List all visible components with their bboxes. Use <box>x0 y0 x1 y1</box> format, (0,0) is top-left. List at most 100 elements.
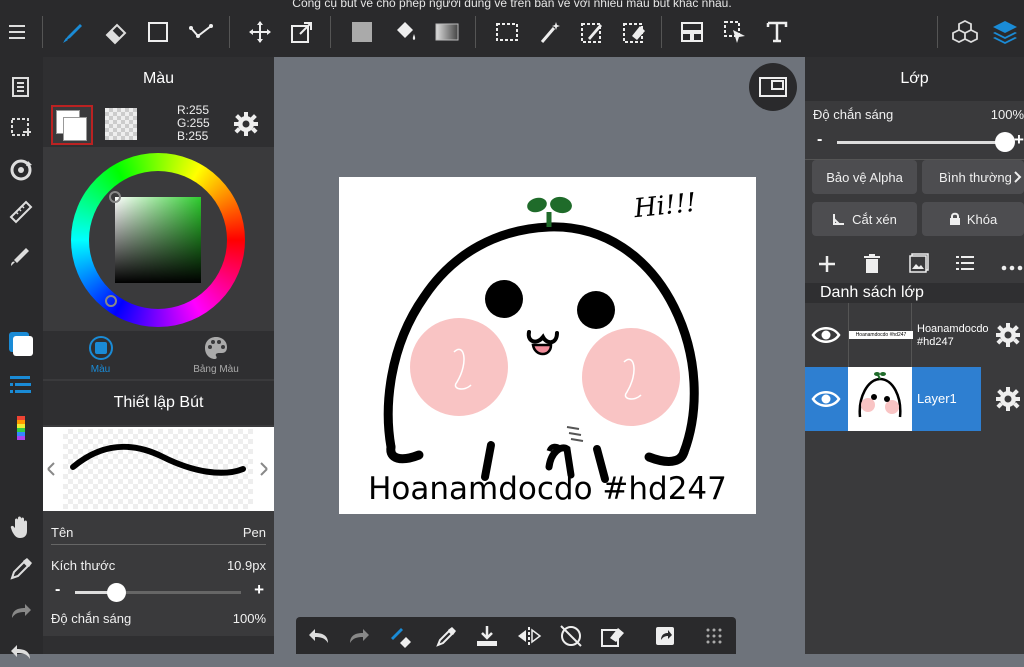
delete-layer-button[interactable] <box>863 253 881 280</box>
layer-settings-button[interactable] <box>995 386 1021 417</box>
pen-tool-button[interactable] <box>58 17 88 47</box>
cubes-icon <box>952 19 978 44</box>
undo-side-button[interactable] <box>6 637 36 667</box>
grid-menu-button[interactable] <box>701 623 727 649</box>
operation-tool-button[interactable] <box>720 17 750 47</box>
more-options-button[interactable] <box>1001 258 1023 276</box>
palette-icon <box>205 337 227 359</box>
tool-tooltip: Công cụ bút vẽ cho phép người dùng vẽ tr… <box>292 0 732 10</box>
hue-picker-handle[interactable] <box>105 295 117 307</box>
pen-icon <box>63 24 82 43</box>
layer-list-button[interactable] <box>6 370 36 400</box>
size-minus-button[interactable]: - <box>55 581 60 599</box>
text-tool-button[interactable] <box>762 17 792 47</box>
lock-icon <box>949 212 960 225</box>
fill-color-button[interactable] <box>347 17 377 47</box>
eye-icon <box>811 391 841 407</box>
save-button[interactable] <box>474 623 500 649</box>
transform-tool-button[interactable] <box>287 17 317 47</box>
bucket-tool-button[interactable] <box>390 17 420 47</box>
redo-side-button[interactable] <box>6 596 36 626</box>
size-slider-track[interactable] <box>75 583 241 602</box>
gear-icon <box>996 387 1020 411</box>
shape-tool-button[interactable] <box>143 17 173 47</box>
color-swatch-button[interactable] <box>6 329 36 359</box>
material-button[interactable] <box>950 17 980 47</box>
rotate-reset-button[interactable] <box>558 623 584 649</box>
lock-button[interactable]: Khóa <box>922 202 1024 236</box>
layer-opacity-value: 100% <box>990 107 1024 122</box>
hand-tool-button[interactable] <box>6 512 36 542</box>
menu-button[interactable] <box>3 17 33 47</box>
brush-name-row[interactable]: Tên Pen <box>51 523 266 545</box>
gradient-tool-button[interactable] <box>432 17 462 47</box>
tab-palette[interactable]: Bảng Màu <box>158 331 274 379</box>
sv-picker-handle[interactable] <box>109 191 121 203</box>
layer-row[interactable]: Hoanamdocdo #hd247 Hoanamdocdo #hd247 <box>805 303 1024 367</box>
layer-settings-button[interactable] <box>995 322 1021 353</box>
secondary-color-swatch[interactable] <box>105 108 137 140</box>
selection-button[interactable] <box>6 113 36 143</box>
saturation-square[interactable] <box>115 197 201 283</box>
layer-visibility-toggle[interactable] <box>811 387 841 416</box>
layer-panel: Lớp Độ chắn sáng 100% - + Bảo vệ Alpha B… <box>805 57 1024 654</box>
select-tool-button[interactable] <box>492 17 522 47</box>
color-settings-button[interactable] <box>233 111 259 142</box>
layer-thumbnail-art <box>858 372 902 418</box>
brush-prev-button[interactable] <box>43 455 63 485</box>
move-tool-button[interactable] <box>245 17 275 47</box>
layers-button[interactable] <box>990 17 1020 47</box>
magic-wand-button[interactable] <box>535 17 565 47</box>
protect-alpha-button[interactable]: Bảo vệ Alpha <box>812 160 917 194</box>
eyedropper-icon <box>10 558 32 580</box>
clear-button[interactable] <box>600 623 626 649</box>
import-image-button[interactable] <box>909 253 929 278</box>
document-button[interactable] <box>6 71 36 101</box>
primary-color-swatch[interactable] <box>51 105 93 145</box>
share-button[interactable] <box>652 623 678 649</box>
brush-next-button[interactable] <box>254 455 274 485</box>
blend-mode-select[interactable]: Bình thường <box>922 160 1024 194</box>
ruler-button[interactable] <box>6 197 36 227</box>
quick-eyedropper-button[interactable] <box>433 623 459 649</box>
ruler-icon <box>9 200 33 224</box>
rotate-off-icon <box>560 625 582 647</box>
undo-button[interactable] <box>306 623 332 649</box>
layer-thumbnail: Hoanamdocdo #hd247 <box>848 303 913 367</box>
brush-eraser-toggle[interactable] <box>388 623 414 649</box>
layer-visibility-toggle[interactable] <box>811 323 841 352</box>
redo-button[interactable] <box>346 623 372 649</box>
layer-opacity-plus[interactable]: + <box>1014 130 1024 150</box>
size-plus-button[interactable]: + <box>254 580 264 600</box>
brush-preview <box>43 427 274 511</box>
tab-color[interactable]: Màu <box>43 331 158 379</box>
layer-name: Hoanamdocdo #hd247 <box>917 323 989 348</box>
navigator-toggle-button[interactable] <box>749 63 797 111</box>
clipping-button[interactable]: Cắt xén <box>812 202 917 236</box>
brush-panel-title: Thiết lập Bút <box>43 381 274 425</box>
filter-button[interactable] <box>6 240 36 270</box>
snap-tool-button[interactable] <box>186 17 216 47</box>
rectangle-icon <box>148 22 168 42</box>
layer-properties-button[interactable] <box>955 254 975 277</box>
drawing-canvas[interactable]: Hi!!! Hoanamdocdo #hd247 <box>339 177 756 514</box>
color-palette-button[interactable] <box>6 413 36 443</box>
layer-opacity-minus[interactable]: - <box>817 131 822 149</box>
undo-icon <box>11 645 30 659</box>
frame-divider-button[interactable] <box>677 17 707 47</box>
bottom-quick-bar <box>296 617 736 654</box>
layer-opacity-knob[interactable] <box>995 132 1015 152</box>
add-layer-button[interactable] <box>817 254 837 279</box>
canvas-area[interactable]: Hi!!! Hoanamdocdo #hd247 <box>274 57 805 654</box>
select-pen-button[interactable] <box>577 17 607 47</box>
flip-button[interactable] <box>516 623 542 649</box>
chevron-right-icon <box>1014 171 1022 183</box>
rotate-view-button[interactable] <box>6 155 36 185</box>
layer-opacity-track[interactable] <box>837 132 1015 152</box>
select-eraser-button[interactable] <box>619 17 649 47</box>
select-pen-icon <box>581 23 602 43</box>
size-slider-knob[interactable] <box>107 583 126 602</box>
eraser-tool-button[interactable] <box>101 17 131 47</box>
layer-row[interactable]: Layer1 <box>805 367 1024 431</box>
eyedropper-button[interactable] <box>6 554 36 584</box>
